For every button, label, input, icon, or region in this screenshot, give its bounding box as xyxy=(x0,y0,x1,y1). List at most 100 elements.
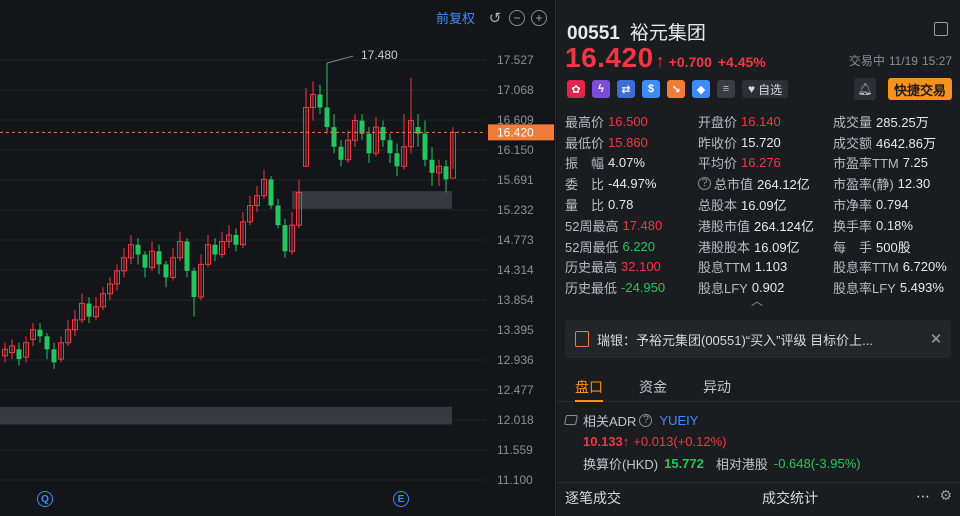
stat-cell: 52周最低 6.220 xyxy=(565,237,698,256)
stat-cell: 股息LFY 0.902 xyxy=(698,278,833,297)
stat-cell: 股息率TTM 6.720% xyxy=(833,257,955,276)
close-icon[interactable]: ✕ xyxy=(921,330,951,348)
status-text: 交易中 xyxy=(848,54,885,68)
y-tick-label: 16.150 xyxy=(497,143,534,157)
candle-body xyxy=(275,205,281,226)
hk-flag-icon[interactable]: ✿ xyxy=(567,80,585,98)
help-icon[interactable]: ? xyxy=(639,413,653,427)
tab-trade-stats[interactable]: 成交统计 xyxy=(762,488,818,508)
stat-cell: ? 总市值 264.12亿 xyxy=(698,174,833,193)
stat-cell: 股息率LFY 5.493% xyxy=(833,278,955,297)
stat-label: 每 手 xyxy=(833,239,873,255)
trend-down-icon[interactable]: ↘ xyxy=(667,80,685,98)
stat-value: 15.720 xyxy=(741,134,781,150)
candle-body xyxy=(380,127,386,141)
candle-body xyxy=(37,329,43,337)
stat-cell: 市盈率(静) 12.30 xyxy=(833,174,955,193)
kline-svg[interactable]: 17.52717.06816.60916.15015.69115.23214.7… xyxy=(0,0,556,516)
lightning-icon[interactable]: ϟ xyxy=(592,80,610,98)
tag-icon[interactable]: ◆ xyxy=(692,80,710,98)
stat-value: -24.950 xyxy=(621,280,666,296)
news-banner[interactable]: 瑞银：予裕元集团(00551)“买入”评级 目标价上... ✕ xyxy=(565,320,951,358)
price-zone xyxy=(0,406,452,425)
stat-cell: 市盈率TTM 7.25 xyxy=(833,153,955,172)
kline-chart[interactable]: 17.527 17.068 16.609 16.150 15.691 15.232 14.7… xyxy=(0,0,556,516)
gear-icon[interactable]: ⚙ xyxy=(939,487,952,504)
status-date: 11/19 xyxy=(888,54,918,68)
candle-body xyxy=(44,336,50,350)
stats-row: 振 幅 4.07% 平均价 16.276 市盈率TTM 7.25 xyxy=(565,153,955,174)
detail-tabs: 盘口 资金 异动 xyxy=(557,370,960,402)
stat-value: 1.103 xyxy=(754,259,788,275)
candle-body xyxy=(156,251,162,265)
tab-capital[interactable]: 资金 xyxy=(621,370,685,401)
quick-trade-button[interactable]: 快捷交易 xyxy=(887,78,952,100)
stat-value: -44.97% xyxy=(608,176,657,192)
event-marker-e[interactable]: E xyxy=(393,491,409,507)
adr-label: 相关ADR xyxy=(583,413,637,429)
stat-label: 股息TTM xyxy=(698,260,751,276)
candle-body xyxy=(268,179,274,206)
watchlist-button[interactable]: ♥ 自选 xyxy=(742,80,789,98)
stat-label: 股息率TTM xyxy=(833,260,899,276)
stat-cell: 昨收价 15.720 xyxy=(698,133,833,152)
zoom-out-icon[interactable]: − xyxy=(509,9,525,26)
candle-body xyxy=(338,146,344,160)
more-icon[interactable]: ⋯ xyxy=(916,488,930,505)
stat-label: 总市值 xyxy=(714,177,754,193)
collapse-chevron-icon[interactable]: ︿ xyxy=(751,292,763,309)
adr-symbol-link[interactable]: YUEIY xyxy=(659,413,698,428)
stat-value: 0.794 xyxy=(876,197,909,213)
stat-label: 委 比 xyxy=(565,177,605,193)
candle-body xyxy=(429,159,435,173)
stat-value: 12.30 xyxy=(897,176,931,192)
reset-icon[interactable]: ↺ xyxy=(487,9,503,27)
stat-cell: 最高价 16.500 xyxy=(565,112,698,131)
stat-label: 历史最低 xyxy=(565,281,618,297)
layout-toggle-icon[interactable] xyxy=(934,22,948,36)
stat-label: 历史最高 xyxy=(565,260,618,276)
bell-icon[interactable]: 🔔︎ xyxy=(854,78,876,100)
candle-body xyxy=(191,270,197,298)
stat-cell: 委 比 -44.97% xyxy=(565,174,698,193)
stock-name: 裕元集团 xyxy=(629,23,706,44)
adr-conversion-row: 换算价(HKD) 15.772 相对港股 -0.648(-3.95%) xyxy=(583,452,955,474)
last-price: 16.420 xyxy=(565,42,654,73)
candle-body xyxy=(16,349,22,360)
zoom-in-icon[interactable]: + xyxy=(531,9,547,26)
help-icon[interactable]: ? xyxy=(698,177,711,191)
price-row: 16.420 ↑ +0.700 +4.45% xyxy=(565,42,772,74)
candle-body xyxy=(184,241,190,271)
y-tick-label: 11.559 xyxy=(497,443,533,457)
y-tick-label: 14.773 xyxy=(497,233,534,247)
watchlist-label: 自选 xyxy=(758,82,783,97)
shuffle-icon[interactable]: ⇄ xyxy=(617,80,635,98)
stat-value: 16.09亿 xyxy=(754,239,800,255)
adr-section: 相关ADR ? YUEIY 10.133↑ +0.013(+0.12%) 换算价… xyxy=(564,410,955,474)
event-marker-q[interactable]: Q xyxy=(37,491,53,507)
stat-cell: 每 手 500股 xyxy=(833,237,955,256)
tab-order-book[interactable]: 盘口 xyxy=(557,370,621,402)
adjust-mode-button[interactable]: 前复权 xyxy=(436,8,475,27)
up-arrow-icon: ↑ xyxy=(655,51,665,71)
last-price-label: 16.420 xyxy=(497,125,534,139)
stat-label: 最低价 xyxy=(565,135,605,151)
stat-label: 总股本 xyxy=(698,198,738,214)
stat-value: 6.220 xyxy=(622,238,656,254)
stock-header: 00551 裕元集团 xyxy=(567,18,706,45)
rel-value: -0.648(-3.95%) xyxy=(773,455,861,471)
stat-label: 市盈率(静) xyxy=(833,177,894,193)
stat-value: 4.07% xyxy=(608,155,645,171)
stat-cell: 市净率 0.794 xyxy=(833,195,955,214)
document-icon[interactable]: ≡ xyxy=(717,80,735,98)
tab-tick-trades[interactable]: 逐笔成交 xyxy=(565,488,621,508)
y-tick-label: 13.854 xyxy=(497,293,534,307)
stat-value: 15.860 xyxy=(608,134,648,150)
news-text[interactable]: 瑞银：予裕元集团(00551)“买入”评级 目标价上... xyxy=(597,330,921,349)
dollar-icon[interactable]: $ xyxy=(642,80,660,98)
stat-value: 32.100 xyxy=(621,259,661,275)
stat-value: 16.140 xyxy=(741,113,781,129)
stat-cell: 最低价 15.860 xyxy=(565,133,698,152)
stats-row: 历史最高 32.100 股息TTM 1.103 股息率TTM 6.720% xyxy=(565,257,955,278)
tab-movement[interactable]: 异动 xyxy=(685,370,749,401)
